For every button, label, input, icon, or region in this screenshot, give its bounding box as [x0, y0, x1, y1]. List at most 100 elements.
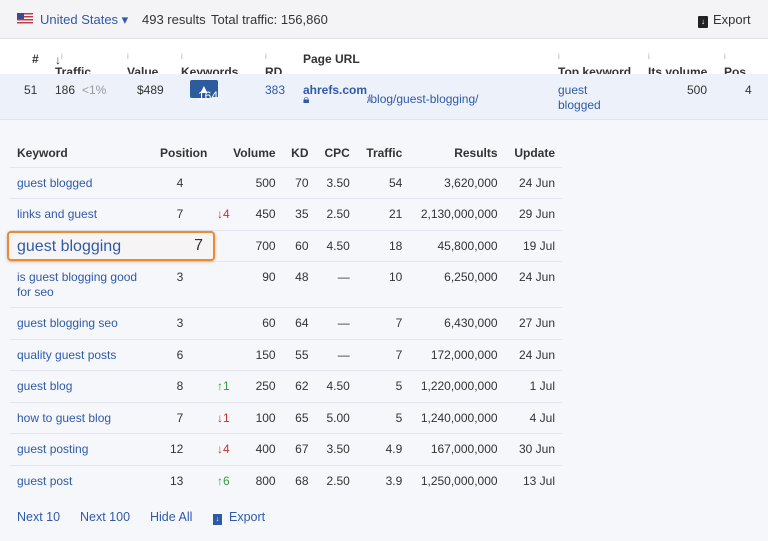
keyword-link[interactable]: guest blog [17, 379, 72, 393]
results-count: 493 results [142, 12, 206, 27]
cell-keyword[interactable]: guest post [10, 465, 160, 497]
keyword-link[interactable]: guest posting [17, 442, 88, 456]
cell-position: 3 [160, 308, 223, 340]
next-10-link[interactable]: Next 10 [17, 510, 60, 524]
col-top-keyword[interactable]: Top keywordi [558, 52, 560, 67]
cell-results: 3,620,000 [409, 167, 504, 199]
keyword-link[interactable]: quality guest posts [17, 348, 116, 362]
col-keyword[interactable]: Keyword [10, 140, 160, 167]
table-row: quality guest posts615055—7172,000,00024… [10, 339, 562, 371]
cell-keyword[interactable]: quality guest posts [10, 339, 160, 371]
cell-traffic: 10 [357, 262, 410, 308]
cell-update: 30 Jun [505, 434, 562, 466]
next-100-link[interactable]: Next 100 [80, 510, 130, 524]
cell-cpc: 2.50 [316, 465, 357, 497]
top-keyword-link[interactable]: guest blogged [558, 83, 608, 113]
col-traffic[interactable]: Traffic [357, 140, 410, 167]
position-change-down: ↓4 [217, 207, 230, 222]
table-row: how to guest blog7↓1100655.0051,240,000,… [10, 402, 562, 434]
col-value[interactable]: Valuei [127, 52, 129, 67]
cell-traffic: 3.9 [357, 465, 410, 497]
cell-traffic: 54 [357, 167, 410, 199]
cell-kd: 68 [283, 465, 316, 497]
cell-cpc: 5.00 [316, 402, 357, 434]
cell-cpc: — [316, 308, 357, 340]
lock-icon: 🔒︎ [303, 92, 309, 107]
col-page-url: Page URL [303, 52, 360, 66]
top-bar: United States ▾ 493 results Total traffi… [0, 0, 768, 39]
cell-volume: 450 [223, 199, 282, 231]
table-row: is guest blogging good for seo39048—106,… [10, 262, 562, 308]
table-row: guest posting12↓4400673.504.9167,000,000… [10, 434, 562, 466]
keyword-link[interactable]: how to guest blog [17, 411, 111, 425]
cell-volume: 500 [223, 167, 282, 199]
cell-cpc: 4.50 [316, 371, 357, 403]
export-button[interactable]: ↓ Export [698, 12, 751, 28]
table-row: guest blogging seo36064—76,430,00027 Jun [10, 308, 562, 340]
cell-keyword[interactable]: guest blogged [10, 167, 160, 199]
col-its-volume[interactable]: Its volumei [648, 52, 650, 67]
cell-kd: 67 [283, 434, 316, 466]
change-value: 4 [223, 207, 230, 221]
cell-traffic: 21 [357, 199, 410, 231]
cell-volume: 90 [223, 262, 282, 308]
col-keywords[interactable]: Keywordsi [181, 52, 183, 67]
keyword-link[interactable]: links and guest [17, 207, 97, 221]
cell-results: 167,000,000 [409, 434, 504, 466]
highlight-callout: guest blogging 7 [7, 231, 215, 261]
hide-all-link[interactable]: Hide All [150, 510, 192, 524]
position-value: 4 [177, 176, 184, 190]
footer-export-button[interactable]: ↓Export [213, 510, 265, 525]
cell-cpc: 3.50 [316, 434, 357, 466]
cell-keyword[interactable]: guest posting [10, 434, 160, 466]
keyword-link[interactable]: is guest blogging good for seo [17, 270, 137, 299]
cell-update: 29 Jun [505, 199, 562, 231]
cell-kd: 62 [283, 371, 316, 403]
table-header: # Traffic ↓i Valuei Keywordsi RDi Page U… [0, 39, 768, 74]
cell-keyword[interactable]: guest blogging seo [10, 308, 160, 340]
cell-update: 24 Jun [505, 339, 562, 371]
cell-update: 24 Jun [505, 262, 562, 308]
cell-traffic: 4.9 [357, 434, 410, 466]
keyword-link[interactable]: guest post [17, 474, 72, 488]
position-change-down: ↓4 [217, 442, 230, 457]
cell-traffic: 18 [357, 230, 410, 262]
keyword-link[interactable]: guest blogging seo [17, 316, 118, 330]
keywords-toggle-button[interactable]: 164 ▲ [190, 80, 218, 98]
table-row: 51 186 <1% $489 164 ▲ 383 🔒︎ahrefs.com/b… [0, 74, 768, 120]
row-num: 51 [24, 83, 37, 97]
export-icon: ↓ [213, 514, 222, 525]
chevron-down-icon[interactable]: ▾ [367, 92, 373, 106]
change-value: 4 [223, 442, 230, 456]
col-results[interactable]: Results [409, 140, 504, 167]
col-position[interactable]: Position [160, 140, 223, 167]
page-url-link[interactable]: 🔒︎ahrefs.com/blog/guest-blogging/ ▾ [303, 83, 367, 97]
cell-kd: 65 [283, 402, 316, 434]
url-domain: ahrefs.com [303, 83, 367, 97]
cell-results: 172,000,000 [409, 339, 504, 371]
col-cpc[interactable]: CPC [316, 140, 357, 167]
col-pos[interactable]: Pos.i [724, 52, 726, 67]
col-volume[interactable]: Volume [223, 140, 282, 167]
cell-keyword[interactable]: guest blog [10, 371, 160, 403]
cell-keyword[interactable]: links and guest [10, 199, 160, 231]
rd-link[interactable]: 383 [265, 83, 285, 97]
keyword-link[interactable]: guest blogged [17, 176, 92, 190]
cell-results: 1,240,000,000 [409, 402, 504, 434]
cell-traffic: 5 [357, 402, 410, 434]
country-selector[interactable]: United States ▾ [40, 12, 128, 28]
position-value: 6 [177, 348, 184, 362]
col-update[interactable]: Update [505, 140, 562, 167]
col-rd[interactable]: RDi [265, 52, 267, 67]
cell-keyword[interactable]: how to guest blog [10, 402, 160, 434]
cell-update: 1 Jul [505, 371, 562, 403]
cell-volume: 400 [223, 434, 282, 466]
cell-keyword[interactable]: is guest blogging good for seo [10, 262, 160, 308]
export-icon: ↓ [698, 16, 708, 28]
col-traffic[interactable]: Traffic ↓i [55, 52, 63, 67]
col-kd[interactable]: KD [283, 140, 316, 167]
cell-update: 13 Jul [505, 465, 562, 497]
export-label: Export [713, 12, 751, 27]
change-value: 6 [223, 474, 230, 488]
cell-update: 24 Jun [505, 167, 562, 199]
